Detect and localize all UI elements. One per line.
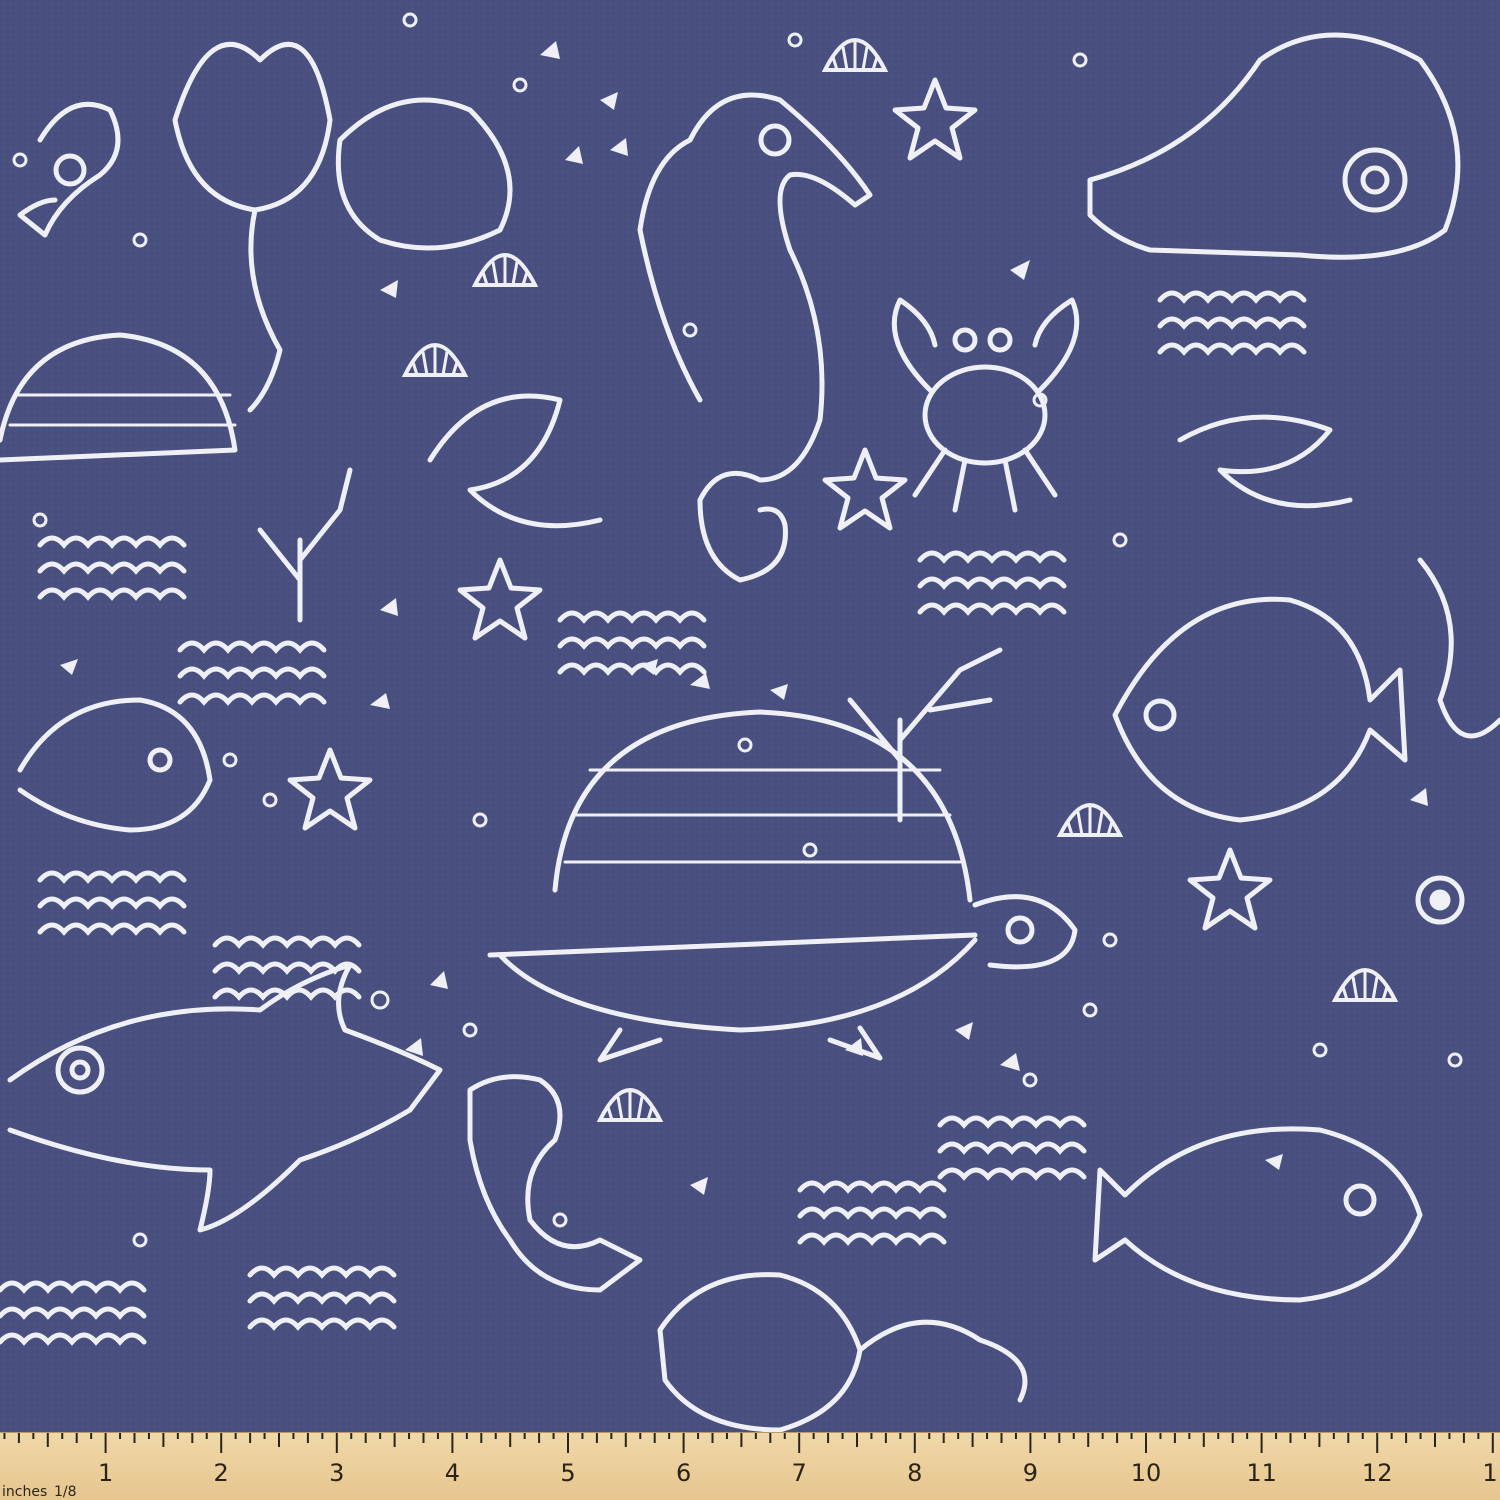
ruler-number: 10 bbox=[1131, 1459, 1162, 1487]
ruler-number: 8 bbox=[907, 1459, 922, 1487]
ruler-number: 7 bbox=[792, 1459, 807, 1487]
ruler-number: 3 bbox=[329, 1459, 344, 1487]
ruler-scale: 1 2 3 4 5 6 7 8 9 10 11 12 1 inches 1/8 bbox=[2, 1433, 1498, 1500]
ruler-number: 9 bbox=[1023, 1459, 1038, 1487]
ruler-unit-label: inches bbox=[2, 1484, 47, 1500]
ruler-number: 1 bbox=[98, 1459, 113, 1487]
sea-life-fabric-pattern bbox=[0, 0, 1500, 1432]
ruler-number: 1 bbox=[1482, 1459, 1497, 1487]
ruler-number: 2 bbox=[214, 1459, 229, 1487]
fabric-swatch-image: 1 2 3 4 5 6 7 8 9 10 11 12 1 inches 1/8 bbox=[0, 0, 1500, 1500]
ruler-fraction-label: 1/8 bbox=[54, 1484, 77, 1500]
ruler-number: 6 bbox=[676, 1459, 691, 1487]
measuring-ruler: 1 2 3 4 5 6 7 8 9 10 11 12 1 inches 1/8 bbox=[0, 1432, 1500, 1500]
ruler-number: 12 bbox=[1362, 1459, 1393, 1487]
ruler-number: 5 bbox=[560, 1459, 575, 1487]
ruler-number: 11 bbox=[1246, 1459, 1277, 1487]
ruler-number: 4 bbox=[445, 1459, 460, 1487]
